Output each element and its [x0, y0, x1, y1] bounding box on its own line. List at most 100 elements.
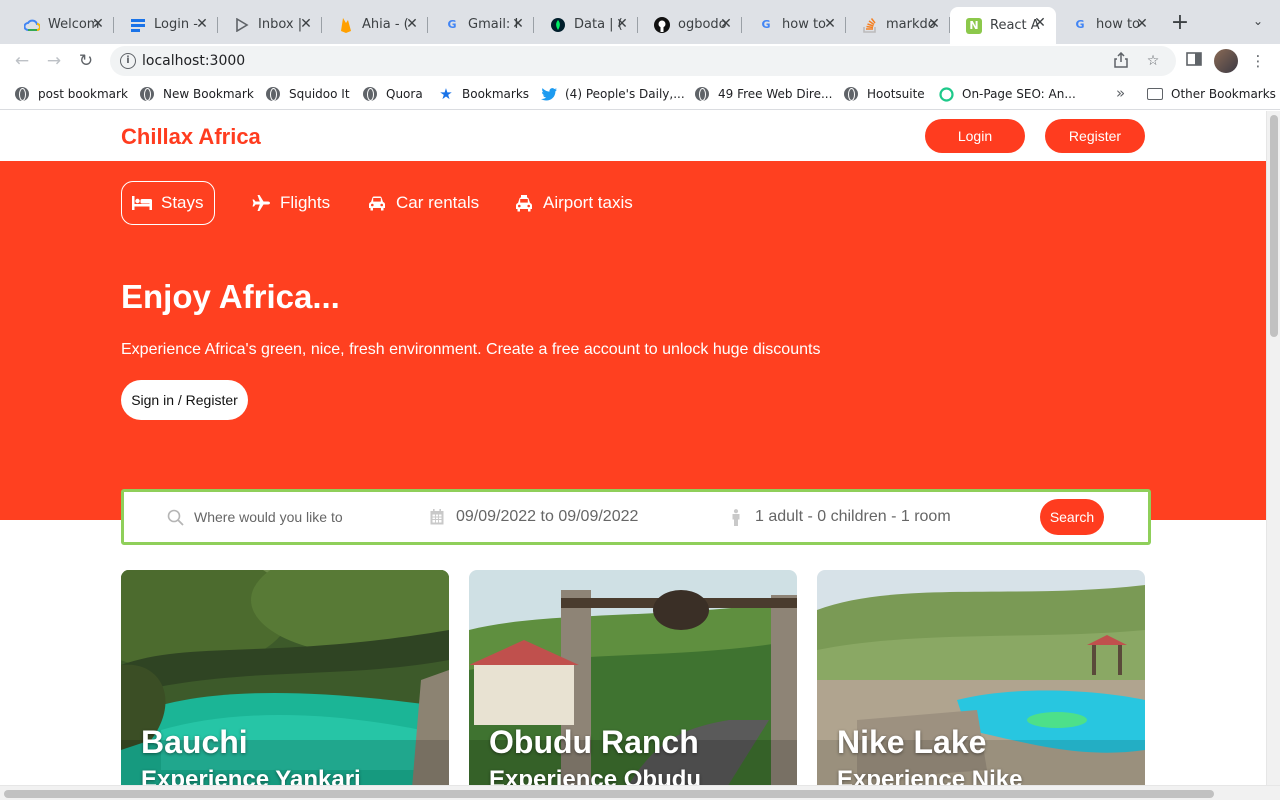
car-icon: [367, 195, 387, 211]
globe-icon: [14, 86, 30, 102]
bookmark-item[interactable]: Squidoo It: [265, 84, 350, 104]
nav-item-stays[interactable]: Stays: [121, 181, 215, 225]
bed-icon: [132, 195, 152, 211]
nav-item-car-rentals[interactable]: Car rentals: [367, 181, 479, 225]
google-cloud-icon: [24, 17, 40, 33]
taxi-icon: [514, 194, 534, 211]
search-bar: 09/09/2022 to 09/09/2022 1 adult - 0 chi…: [121, 489, 1151, 545]
folder-icon: [1147, 86, 1163, 102]
forward-arrow-icon[interactable]: →: [42, 49, 66, 73]
bookmark-item[interactable]: Hootsuite: [843, 84, 925, 104]
date-range-field[interactable]: 09/09/2022 to 09/09/2022: [428, 492, 638, 542]
bookmark-item[interactable]: ★ Bookmarks: [438, 84, 529, 104]
browser-tab-active[interactable]: N React A ✕: [950, 7, 1056, 44]
bookmark-item[interactable]: Quora: [362, 84, 423, 104]
featured-card-obudu-ranch[interactable]: Obudu Ranch Experience Obudu: [469, 570, 797, 785]
browser-tab[interactable]: ogbodo ✕: [638, 8, 742, 41]
bookmark-item[interactable]: On-Page SEO: An...: [938, 84, 1076, 104]
card-subtitle: Experience Yankari: [141, 766, 361, 785]
browser-tab[interactable]: Data | ( ✕: [534, 8, 638, 41]
card-title: Bauchi: [141, 724, 248, 760]
list-icon: [130, 17, 146, 33]
login-button[interactable]: Login: [925, 119, 1025, 153]
register-button[interactable]: Register: [1045, 119, 1145, 153]
browser-tab[interactable]: Login - ✕: [114, 8, 218, 41]
nav-item-label: Flights: [280, 193, 331, 212]
browser-tab[interactable]: G how to ✕: [1056, 8, 1158, 41]
new-tab-button[interactable]: +: [1168, 12, 1192, 36]
twitter-icon: [541, 86, 557, 102]
scrollbar-thumb[interactable]: [4, 790, 1214, 798]
browser-tab[interactable]: G how to ✕: [742, 8, 846, 41]
sign-in-register-button[interactable]: Sign in / Register: [121, 380, 248, 420]
browser-tab[interactable]: Ahia - ( ✕: [322, 8, 428, 41]
featured-card-bauchi[interactable]: Bauchi Experience Yankari: [121, 570, 449, 785]
globe-icon: [694, 86, 710, 102]
guests-field[interactable]: 1 adult - 0 children - 1 room: [727, 492, 951, 542]
more-vertical-icon[interactable]: ⋮: [1247, 50, 1269, 72]
close-icon[interactable]: ✕: [926, 16, 942, 32]
search-button[interactable]: Search: [1040, 499, 1104, 535]
destination-field[interactable]: [166, 492, 344, 542]
guests-text: 1 adult - 0 children - 1 room: [755, 508, 951, 525]
nav-item-flights[interactable]: Flights: [251, 181, 330, 225]
plane-icon: [251, 195, 271, 211]
browser-tab[interactable]: G Gmail: I ✕: [428, 8, 534, 41]
address-bar[interactable]: i localhost:3000 ☆: [110, 46, 1176, 76]
close-icon[interactable]: ✕: [614, 16, 630, 32]
side-panel-icon[interactable]: [1183, 50, 1205, 72]
bookmarks-overflow-button[interactable]: »: [1116, 83, 1125, 103]
close-icon[interactable]: ✕: [822, 16, 838, 32]
play-icon: [234, 17, 250, 33]
destination-input[interactable]: [194, 509, 344, 525]
globe-icon: [843, 86, 859, 102]
date-range-text: 09/09/2022 to 09/09/2022: [456, 508, 639, 525]
brand-logo[interactable]: Chillax Africa: [121, 124, 261, 150]
person-icon: [727, 508, 745, 526]
card-title: Obudu Ranch: [489, 724, 699, 760]
circle-icon: [938, 86, 954, 102]
hero-section: Stays Flights Car rentals Airport taxis …: [0, 161, 1266, 520]
bookmark-item[interactable]: (4) People's Daily,...: [541, 84, 685, 104]
site-header: Chillax Africa Login Register: [0, 111, 1266, 161]
card-subtitle: Experience Obudu: [489, 766, 702, 785]
bookmark-item[interactable]: New Bookmark: [139, 84, 254, 104]
horizontal-scrollbar[interactable]: [0, 785, 1280, 800]
close-icon[interactable]: ✕: [194, 16, 210, 32]
card-title: Nike Lake: [837, 724, 987, 760]
reload-icon[interactable]: ↻: [74, 49, 98, 73]
hero-description: Experience Africa's green, nice, fresh e…: [121, 341, 821, 358]
bookmark-item[interactable]: 49 Free Web Dire...: [694, 84, 832, 104]
github-icon: [654, 16, 670, 33]
close-icon[interactable]: ✕: [298, 16, 314, 32]
close-icon[interactable]: ✕: [1032, 15, 1048, 31]
chevron-down-icon[interactable]: ⌄: [1248, 14, 1268, 34]
url-text[interactable]: localhost:3000: [142, 53, 245, 69]
browser-tab[interactable]: Welcom ✕: [8, 8, 114, 41]
search-icon: [166, 508, 184, 526]
browser-tab[interactable]: markdo ✕: [846, 8, 950, 41]
bookmarks-bar: post bookmark New Bookmark Squidoo It Qu…: [0, 78, 1280, 110]
tab-strip: Welcom ✕ Login - ✕ Inbox | ✕ Ahia - ( ✕ …: [0, 0, 1280, 44]
info-icon[interactable]: i: [120, 53, 136, 69]
featured-card-nike-lake[interactable]: Nike Lake Experience Nike: [817, 570, 1145, 785]
star-icon[interactable]: ☆: [1144, 52, 1162, 70]
google-icon: G: [761, 18, 771, 31]
bookmark-item[interactable]: post bookmark: [14, 84, 128, 104]
close-icon[interactable]: ✕: [718, 16, 734, 32]
back-arrow-icon[interactable]: ←: [10, 49, 34, 73]
nav-item-airport-taxis[interactable]: Airport taxis: [514, 181, 633, 225]
close-icon[interactable]: ✕: [404, 16, 420, 32]
globe-icon: [139, 86, 155, 102]
close-icon[interactable]: ✕: [1134, 16, 1150, 32]
scrollbar-thumb[interactable]: [1270, 115, 1278, 337]
share-icon[interactable]: [1112, 51, 1130, 70]
hero-title: Enjoy Africa...: [121, 278, 340, 315]
close-icon[interactable]: ✕: [510, 16, 526, 32]
close-icon[interactable]: ✕: [90, 16, 106, 32]
vertical-scrollbar[interactable]: [1266, 111, 1280, 785]
other-bookmarks-folder[interactable]: Other Bookmarks: [1147, 84, 1276, 104]
avatar[interactable]: [1214, 49, 1238, 73]
nav-item-label: Stays: [161, 193, 204, 212]
browser-tab[interactable]: Inbox | ✕: [218, 8, 322, 41]
